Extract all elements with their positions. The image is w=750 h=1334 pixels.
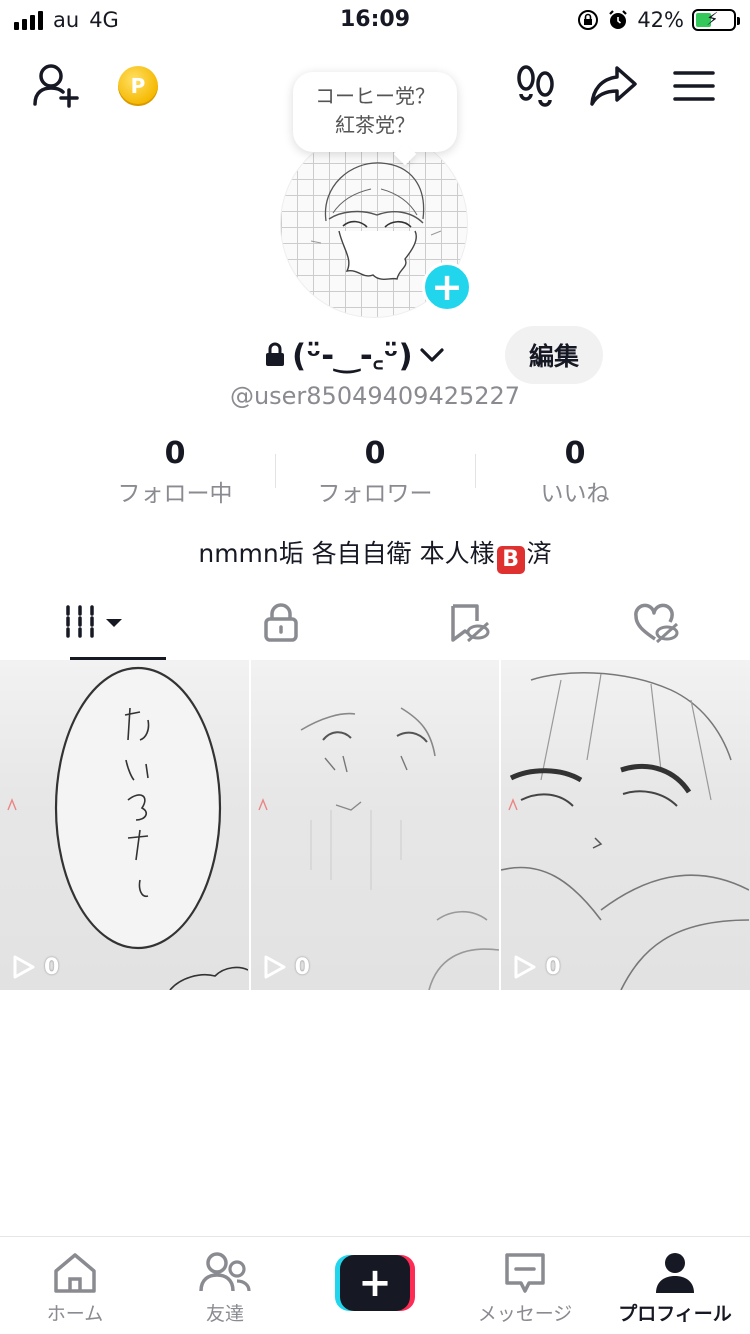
video-thumbnail[interactable]: 0 [501,660,750,990]
play-icon [514,955,536,979]
nav-friends-label: 友達 [205,1303,244,1325]
likes-count: 0 [564,436,586,471]
private-lock-icon [266,342,284,366]
nav-inbox-label: メッセージ [477,1303,573,1325]
user-handle: @user85049409425227 [229,382,521,410]
rotation-lock-icon [578,10,599,30]
sketch-face-art [258,707,499,990]
status-bar: au 4G 16:09 42% ⚡ [0,0,750,44]
nav-home-label: ホーム [46,1303,104,1325]
footprints-icon[interactable] [512,62,560,110]
play-icon [13,955,35,979]
view-count-value: 0 [545,954,561,980]
following-stat[interactable]: 0 フォロー中 [75,436,275,507]
bookmark-hidden-icon [451,604,490,643]
display-name: (ᵕ̈-‿-꜀ᵕ̈) [292,338,413,374]
profile-note-bubble[interactable]: コーヒー党？ 紅茶党？ [293,72,457,152]
coin-icon: P [118,66,158,106]
profile-icon [656,1253,694,1293]
note-line-1: コーヒー党？ [315,84,435,108]
nav-create[interactable]: + [300,1237,450,1334]
tab-private[interactable] [188,586,376,660]
name-row: (ᵕ̈-‿-꜀ᵕ̈) 編集 [0,326,750,384]
view-count: 0 [12,954,59,980]
followers-label: フォロワー [317,481,433,507]
battery-icon: ⚡ [692,9,740,31]
bio-text-prefix: nmmn垢 各自自衛 本人様 [198,539,495,568]
friends-icon [199,1252,251,1292]
profile-stats: 0 フォロー中 0 フォロワー 0 いいね [75,436,675,507]
sketch-portrait-art [501,672,750,990]
view-count-value: 0 [294,954,310,980]
coin-letter: P [130,74,146,98]
home-icon [54,1253,96,1293]
tab-liked[interactable] [563,586,750,660]
content-tabs [0,586,750,660]
b-button-emoji: B [496,546,525,574]
status-right: 42% ⚡ [577,8,740,32]
share-arrow-icon[interactable] [588,62,638,110]
followers-stat[interactable]: 0 フォロワー [275,436,475,507]
profile-bio[interactable]: nmmn垢 各自自衛 本人様 B 済 [0,534,750,574]
bottom-navigation: ホーム 友達 + メッセージ プロフィール [0,1236,750,1334]
video-grid: 0 0 0 [0,660,750,990]
create-button[interactable]: + [335,1255,415,1311]
following-count: 0 [164,436,186,471]
person-plus-icon[interactable] [30,60,82,112]
hamburger-menu-icon[interactable] [670,64,718,108]
lock-icon [264,603,298,642]
view-count: 0 [513,954,561,980]
followers-count: 0 [364,436,386,471]
play-icon [264,955,286,979]
coin-button[interactable]: P [116,64,160,108]
tab-videos[interactable] [0,586,188,660]
heart-hidden-icon [634,603,679,643]
nav-friends[interactable]: 友達 [150,1237,300,1334]
edit-profile-button[interactable]: 編集 [505,326,603,384]
nav-profile-label: プロフィール [618,1303,732,1325]
video-thumbnail[interactable]: 0 [0,660,249,990]
charging-bolt-icon: ⚡ [706,9,719,30]
grid-icon [66,605,122,641]
nav-home[interactable]: ホーム [0,1237,150,1334]
bio-text-suffix: 済 [526,539,552,568]
likes-stat[interactable]: 0 いいね [475,436,675,507]
battery-percent: 42% [637,8,684,32]
message-icon [505,1253,545,1293]
account-switcher[interactable]: (ᵕ̈-‿-꜀ᵕ̈) [264,334,445,376]
likes-label: いいね [540,481,610,507]
sketch-speech-bubble-art [7,666,248,990]
view-count-value: 0 [44,954,60,980]
view-count: 0 [263,954,310,980]
plus-icon: + [340,1255,410,1311]
add-avatar-button[interactable]: + [422,262,472,312]
note-line-2: 紅茶党？ [335,113,415,137]
chevron-down-icon [420,348,444,362]
nav-inbox[interactable]: メッセージ [450,1237,600,1334]
video-thumbnail[interactable]: 0 [250,660,500,990]
tab-favorites[interactable] [375,586,563,660]
nav-profile[interactable]: プロフィール [600,1237,750,1334]
following-label: フォロー中 [117,481,233,507]
alarm-icon [609,10,628,29]
add-avatar-symbol: + [431,265,463,309]
